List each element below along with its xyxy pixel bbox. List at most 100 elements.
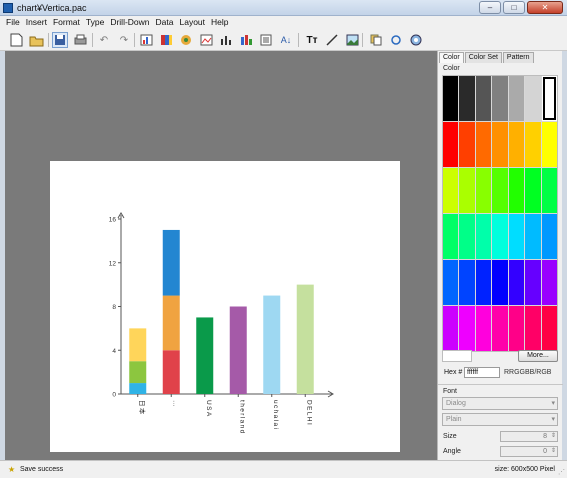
window-controls: – □ ✕ bbox=[479, 1, 563, 14]
color-swatch[interactable] bbox=[508, 306, 525, 351]
minimize-button[interactable]: – bbox=[479, 1, 501, 14]
hex-input[interactable]: ffffff bbox=[464, 367, 500, 378]
color-swatch[interactable] bbox=[443, 260, 459, 305]
settings-icon[interactable] bbox=[408, 32, 424, 48]
refresh-icon[interactable] bbox=[388, 32, 404, 48]
color-swatch[interactable] bbox=[541, 306, 557, 351]
panel-divider bbox=[438, 384, 563, 385]
close-button[interactable]: ✕ bbox=[527, 1, 563, 14]
tab-color[interactable]: Color bbox=[439, 52, 464, 63]
color-swatch[interactable] bbox=[541, 214, 557, 259]
menu-type[interactable]: Type bbox=[83, 16, 107, 29]
color-swatch[interactable] bbox=[525, 306, 541, 351]
menu-layout[interactable]: Layout bbox=[177, 16, 209, 29]
font-size-spinner[interactable]: 8 ⇕ bbox=[500, 431, 558, 442]
text-icon[interactable]: Tт bbox=[304, 32, 320, 48]
redo-icon[interactable]: ↷ bbox=[116, 32, 132, 48]
style-icon[interactable] bbox=[178, 32, 194, 48]
color-swatch[interactable] bbox=[443, 76, 459, 121]
color-swatch[interactable] bbox=[525, 168, 541, 213]
color-swatch[interactable] bbox=[525, 122, 541, 167]
image-icon[interactable] bbox=[198, 32, 214, 48]
color-swatch[interactable] bbox=[508, 214, 525, 259]
color-swatch[interactable] bbox=[475, 306, 492, 351]
menu-format[interactable]: Format bbox=[50, 16, 83, 29]
stacked-bar-chart[interactable]: 0 4 8 12 16 日本 … USA therland uchalai DELHI bbox=[50, 161, 400, 452]
color-swatch[interactable] bbox=[443, 168, 459, 213]
color-swatch[interactable] bbox=[459, 214, 475, 259]
undo-icon[interactable]: ↶ bbox=[96, 32, 112, 48]
menu-help[interactable]: Help bbox=[208, 16, 231, 29]
color-swatch[interactable] bbox=[492, 168, 508, 213]
x-tick-label: 日本 bbox=[138, 400, 147, 416]
color-swatch[interactable] bbox=[492, 76, 508, 121]
menu-insert[interactable]: Insert bbox=[23, 16, 50, 29]
color-swatch[interactable] bbox=[475, 76, 492, 121]
color-swatch[interactable] bbox=[525, 260, 541, 305]
picture-icon[interactable] bbox=[344, 32, 360, 48]
color-swatch[interactable] bbox=[459, 76, 475, 121]
color-swatch[interactable] bbox=[475, 260, 492, 305]
y-tick-label: 8 bbox=[112, 304, 116, 311]
line-icon[interactable] bbox=[324, 32, 340, 48]
chart-workarea[interactable]: 0 4 8 12 16 日本 … USA therland uchalai DELHI bbox=[5, 51, 437, 460]
color-swatch[interactable] bbox=[525, 214, 541, 259]
bar-segment bbox=[129, 383, 147, 394]
color-swatch[interactable] bbox=[443, 306, 459, 351]
print-icon[interactable] bbox=[72, 32, 88, 48]
color-swatch[interactable] bbox=[459, 168, 475, 213]
font-style-select[interactable]: Plain ▾ bbox=[442, 413, 558, 426]
color-swatch[interactable] bbox=[541, 76, 557, 121]
menu-file[interactable]: File bbox=[3, 16, 23, 29]
resize-grip-icon[interactable]: ⋰ bbox=[558, 468, 565, 476]
copy-icon[interactable] bbox=[368, 32, 384, 48]
color-swatch[interactable] bbox=[508, 122, 525, 167]
color-palette-icon[interactable] bbox=[158, 32, 174, 48]
status-message: Save success bbox=[20, 466, 64, 473]
bar-chart-icon[interactable] bbox=[218, 32, 234, 48]
maximize-button[interactable]: □ bbox=[503, 1, 525, 14]
color-swatch[interactable] bbox=[508, 76, 525, 121]
new-file-icon[interactable] bbox=[8, 32, 24, 48]
tab-pattern[interactable]: Pattern bbox=[502, 52, 534, 63]
bar-segment bbox=[162, 229, 180, 296]
menu-bar: File Insert Format Type Drill-Down Data … bbox=[0, 16, 567, 29]
angle-spinner[interactable]: 0 ⇕ bbox=[500, 446, 558, 457]
color-swatch[interactable] bbox=[492, 122, 508, 167]
app-icon bbox=[3, 3, 13, 13]
color-swatch[interactable] bbox=[459, 122, 475, 167]
data-sheet-icon[interactable] bbox=[258, 32, 274, 48]
color-swatch[interactable] bbox=[492, 260, 508, 305]
color-swatch[interactable] bbox=[475, 168, 492, 213]
toolbar-separator bbox=[298, 33, 299, 47]
font-family-select[interactable]: Dialog ▾ bbox=[442, 397, 558, 410]
color-swatch[interactable] bbox=[459, 306, 475, 351]
color-swatch[interactable] bbox=[459, 260, 475, 305]
color-swatch[interactable] bbox=[541, 168, 557, 213]
toolbar-separator bbox=[92, 33, 93, 47]
chart-canvas[interactable]: 0 4 8 12 16 日本 … USA therland uchalai DELHI bbox=[50, 161, 400, 452]
font-section-label: Font bbox=[443, 388, 458, 395]
chart-type-icon[interactable] bbox=[138, 32, 154, 48]
color-swatch[interactable] bbox=[443, 122, 459, 167]
menu-data[interactable]: Data bbox=[153, 16, 177, 29]
tab-color-set[interactable]: Color Set bbox=[464, 52, 502, 63]
spinner-arrows-icon[interactable]: ⇕ bbox=[551, 447, 556, 456]
color-swatch[interactable] bbox=[541, 122, 557, 167]
color-swatch[interactable] bbox=[443, 214, 459, 259]
color-swatch[interactable] bbox=[475, 214, 492, 259]
open-folder-icon[interactable] bbox=[28, 32, 44, 48]
color-swatch[interactable] bbox=[508, 168, 525, 213]
color-swatch[interactable] bbox=[475, 122, 492, 167]
color-swatch[interactable] bbox=[492, 214, 508, 259]
sort-icon[interactable]: A↓ bbox=[278, 32, 294, 48]
color-swatch[interactable] bbox=[541, 260, 557, 305]
spinner-arrows-icon[interactable]: ⇕ bbox=[551, 432, 556, 441]
menu-drill-down[interactable]: Drill-Down bbox=[107, 16, 152, 29]
more-colors-button[interactable]: More... bbox=[518, 350, 558, 362]
save-icon[interactable] bbox=[52, 32, 68, 48]
layout-icon[interactable] bbox=[238, 32, 254, 48]
color-swatch[interactable] bbox=[492, 306, 508, 351]
color-swatch[interactable] bbox=[525, 76, 541, 121]
color-swatch[interactable] bbox=[508, 260, 525, 305]
